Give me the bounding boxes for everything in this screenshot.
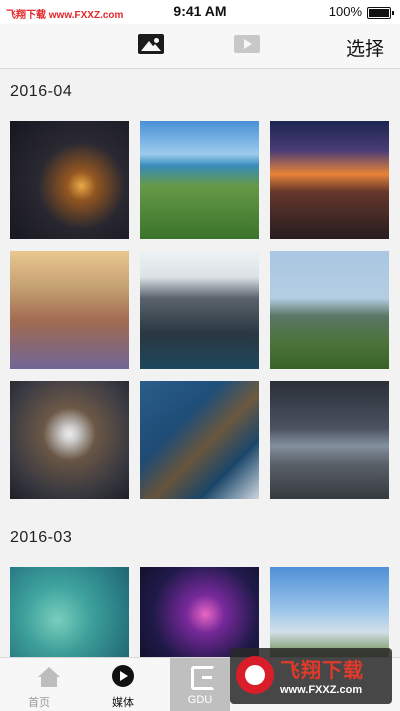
photo-thumbnail[interactable] <box>270 121 389 239</box>
watermark-url: www.FXXZ.com <box>280 684 363 696</box>
tab-home-label: 首页 <box>28 697 50 709</box>
home-icon <box>38 667 60 687</box>
select-button[interactable]: 选择 <box>346 34 384 61</box>
status-bar: 飞翔下载 www.FXXZ.com 9:41 AM 100% <box>0 0 400 24</box>
battery-icon <box>367 7 394 19</box>
tab-home[interactable]: 首页 <box>16 658 62 711</box>
video-icon-play <box>244 39 252 49</box>
photo-thumbnail[interactable] <box>140 567 259 657</box>
section-date-2016-04: 2016-04 <box>10 83 73 100</box>
tab-gdu[interactable]: GDU <box>170 658 230 711</box>
gdu-logo-icon <box>191 666 215 690</box>
media-gallery[interactable]: 2016-04 2016-03 <box>0 69 400 657</box>
photo-thumbnail[interactable] <box>140 381 259 499</box>
photo-thumbnail[interactable] <box>10 381 129 499</box>
section-date-2016-03: 2016-03 <box>10 529 73 546</box>
photo-thumbnail[interactable] <box>10 121 129 239</box>
photo-thumbnail[interactable] <box>10 251 129 369</box>
photo-thumbnail[interactable] <box>270 381 389 499</box>
photo-icon[interactable] <box>138 34 164 54</box>
tab-media-label: 媒体 <box>112 697 134 709</box>
watermark-title: 飞翔下载 <box>280 660 364 682</box>
battery-percentage: 100% <box>328 4 362 19</box>
photo-thumbnail[interactable] <box>140 251 259 369</box>
tab-gdu-label: GDU <box>187 694 213 706</box>
photo-thumbnail[interactable] <box>10 567 129 657</box>
photo-thumbnail[interactable] <box>270 251 389 369</box>
video-icon[interactable] <box>234 35 260 53</box>
photo-icon-mountain-small <box>149 44 161 51</box>
navigation-bar: 选择 <box>0 24 400 69</box>
play-circle-icon <box>112 665 134 687</box>
photo-thumbnail[interactable] <box>140 121 259 239</box>
watermark-logo-icon <box>236 656 274 694</box>
watermark-overlay: 飞翔下载 www.FXXZ.com <box>230 648 392 704</box>
photo-thumbnail[interactable] <box>270 567 389 657</box>
tab-media[interactable]: 媒体 <box>96 658 150 711</box>
